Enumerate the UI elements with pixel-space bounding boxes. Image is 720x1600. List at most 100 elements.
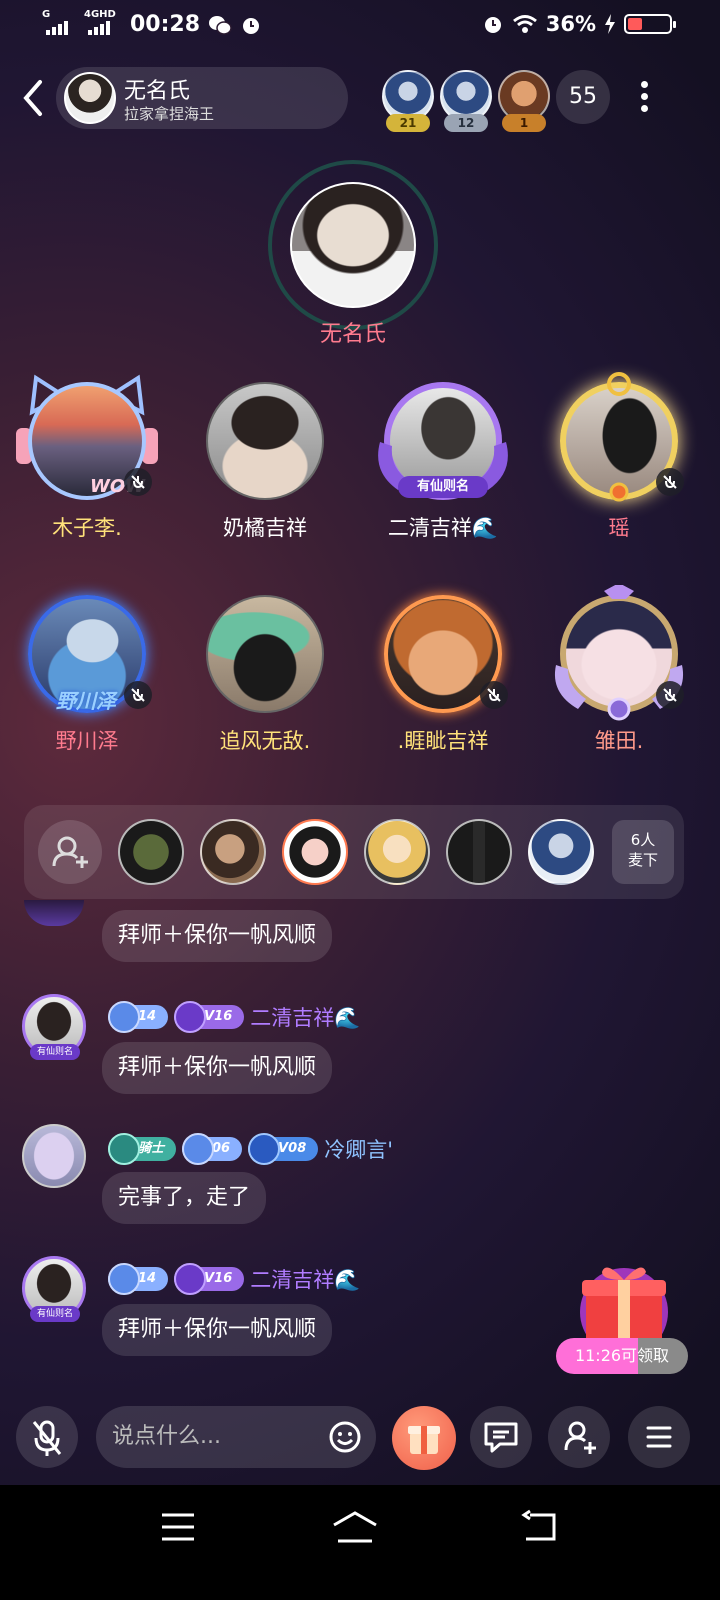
rank-badge: 1 [502, 114, 546, 132]
vip-icon [174, 1001, 207, 1033]
level-icon [182, 1133, 215, 1165]
seat-name: 野川泽 [55, 729, 119, 753]
chat-bubble: 拜师＋保你一帆风顺 [102, 1304, 333, 1356]
battery-percent: 36% [545, 12, 596, 36]
mic-queue-bar: 6人 麦下 [24, 805, 684, 899]
more-options-icon[interactable] [634, 78, 654, 118]
chat-username[interactable]: 二清吉祥🌊 [250, 1002, 360, 1032]
chat-bubble: 完事了，走了 [102, 1172, 267, 1224]
queue-avatar[interactable] [364, 819, 430, 885]
seat-name: 木子李. [52, 516, 122, 540]
seat-name: 追风无敌. [219, 729, 311, 753]
free-gift-promo[interactable]: 11:26可领取 [556, 1250, 688, 1374]
mic-seat-6[interactable]: 追风无敌. [180, 585, 350, 785]
home-icon[interactable] [330, 1507, 380, 1547]
gift-timer: 11:26可领取 [556, 1338, 688, 1374]
avatar [206, 595, 324, 713]
back-icon[interactable] [18, 78, 48, 118]
chat-input[interactable]: 说点什么... [96, 1406, 376, 1468]
seat-name: .睚眦吉祥 [397, 729, 489, 753]
mic-muted-icon [480, 681, 508, 709]
chat-header: 骑士 06 V08 冷卿言' [108, 1133, 393, 1165]
top-contributor[interactable]: 12 [440, 70, 492, 132]
invite-button[interactable] [548, 1406, 610, 1468]
host-avatar[interactable] [290, 182, 416, 308]
chat-bubble: 拜师＋保你一帆风顺 [102, 910, 333, 962]
charging-icon [605, 14, 615, 34]
chat-username[interactable]: 冷卿言' [324, 1134, 393, 1164]
rank-badge: 21 [386, 114, 430, 132]
battery-icon [624, 14, 676, 34]
add-user-icon [52, 836, 88, 868]
clock: 00:28 [130, 12, 201, 37]
vip-badge: V16 [174, 1001, 245, 1033]
title-icon [108, 1133, 140, 1165]
room-avatar [64, 72, 116, 124]
mic-seat-5[interactable]: 野川泽 野川泽 [2, 585, 172, 785]
messages-button[interactable] [470, 1406, 532, 1468]
room-subtitle: 拉家拿捏海王 [124, 105, 215, 123]
mic-seat-2[interactable]: 奶橘吉祥 [180, 372, 350, 572]
title-badge: 骑士 [108, 1133, 177, 1165]
vip-icon [174, 1263, 207, 1295]
chat-bubble: 拜师＋保你一帆风顺 [102, 1042, 333, 1094]
back-nav-icon[interactable] [520, 1507, 560, 1547]
queue-avatar[interactable] [118, 819, 184, 885]
queue-avatar[interactable] [200, 819, 266, 885]
frame-text: 野川泽 [56, 689, 116, 713]
mic-seat-1[interactable]: WOW 木子李. [2, 372, 172, 572]
level-badge: 14 [108, 1001, 169, 1033]
mic-muted-icon [124, 468, 152, 496]
mic-off-icon [32, 1420, 62, 1456]
status-bar: G 4GHD 00:28 36% [0, 0, 720, 56]
queue-avatar[interactable] [446, 819, 512, 885]
invite-user-button[interactable] [38, 820, 102, 884]
emoji-icon[interactable] [328, 1420, 362, 1454]
chat-username[interactable]: 二清吉祥🌊 [250, 1264, 360, 1294]
queue-avatar[interactable] [528, 819, 594, 885]
top-contributor[interactable]: 21 [382, 70, 434, 132]
mic-toggle-button[interactable] [16, 1406, 78, 1468]
seat-name: 瑶 [608, 516, 630, 540]
vip-badge: V16 [174, 1263, 245, 1295]
host-name: 无名氏 [319, 322, 386, 347]
chat-header: 14 V16 二清吉祥🌊 [108, 1001, 360, 1033]
vip-badge: V08 [248, 1133, 319, 1165]
wechat-icon [209, 15, 232, 35]
chat-header: 14 V16 二清吉祥🌊 [108, 1263, 360, 1295]
add-user-icon [564, 1421, 596, 1454]
online-count[interactable]: 55 [556, 70, 610, 124]
top-contributor[interactable]: 1 [498, 70, 550, 132]
mic-seat-7[interactable]: .睚眦吉祥 [358, 585, 528, 785]
avatar [206, 382, 324, 500]
room-info[interactable]: 无名氏 拉家拿捏海王 [56, 67, 348, 129]
avatar-tag: 有仙则名 [30, 1044, 80, 1060]
mic-muted-icon [656, 468, 684, 496]
signal-icon: G [40, 9, 74, 37]
mic-muted-icon [124, 681, 152, 709]
alarm-icon [484, 17, 501, 33]
frame-plate: 有仙则名 [398, 476, 488, 498]
mic-seat-3[interactable]: 有仙则名 二清吉祥🌊 [358, 372, 528, 572]
seat-name: 雏田. [594, 729, 644, 753]
mic-seat-8[interactable]: 雏田. [534, 585, 704, 785]
alarm-icon [243, 17, 260, 34]
gift-button[interactable] [392, 1406, 456, 1470]
mic-seat-4[interactable]: 瑶 [534, 372, 704, 572]
seat-name: 奶橘吉祥 [223, 516, 307, 540]
level-icon [108, 1001, 140, 1033]
seat-name: 二清吉祥🌊 [387, 516, 499, 540]
signal-4g-icon: 4GHD [82, 9, 122, 37]
avatar-tag: 有仙则名 [30, 1306, 80, 1322]
message-icon [484, 1422, 518, 1453]
off-mic-count[interactable]: 6人 麦下 [612, 820, 674, 884]
menu-button[interactable] [628, 1406, 690, 1468]
recent-apps-icon[interactable] [158, 1507, 198, 1547]
rank-badge: 12 [444, 114, 488, 132]
vip-icon [248, 1133, 281, 1165]
mic-muted-icon [656, 681, 684, 709]
queue-avatar[interactable] [282, 819, 348, 885]
avatar-fragment [24, 900, 84, 926]
chat-avatar[interactable] [22, 1124, 86, 1188]
room-name: 无名氏 [124, 79, 191, 104]
